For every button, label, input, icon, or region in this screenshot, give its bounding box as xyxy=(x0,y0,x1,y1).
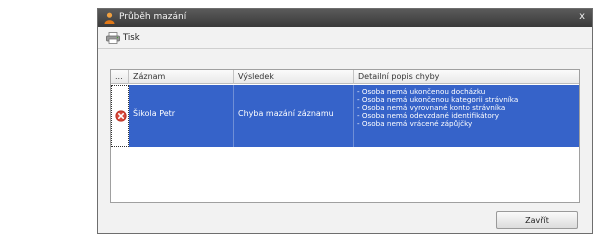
toolbar: Tisk xyxy=(99,28,592,48)
column-header-record[interactable]: Záznam xyxy=(129,70,234,84)
result-cell: Chyba mazání záznamu xyxy=(234,85,354,147)
toolbar-separator xyxy=(98,48,592,49)
grid-header: ... Záznam Výsledek Detailní popis chyby xyxy=(111,70,579,84)
close-button[interactable]: Zavřít xyxy=(496,211,578,229)
detail-cell: - Osoba nemá ukončenou docházku - Osoba … xyxy=(354,85,579,147)
delete-progress-dialog: Průběh mazání x Tisk ... Záznam Výsledek… xyxy=(97,8,593,234)
error-icon xyxy=(115,110,127,122)
table-row[interactable]: Šikola Petr Chyba mazání záznamu - Osoba… xyxy=(111,85,579,147)
close-icon[interactable]: x xyxy=(579,11,585,22)
dialog-titlebar[interactable]: Průběh mazání x xyxy=(98,9,592,27)
record-name: Šikola Petr xyxy=(133,109,176,118)
record-cell: Šikola Petr xyxy=(129,85,234,147)
row-select-cell[interactable] xyxy=(111,85,129,147)
dialog-title: Průběh mazání xyxy=(119,12,187,22)
results-grid[interactable]: ... Záznam Výsledek Detailní popis chyby… xyxy=(110,69,580,203)
column-header-result[interactable]: Výsledek xyxy=(234,70,354,84)
print-button[interactable]: Tisk xyxy=(102,30,144,46)
error-detail-item: - Osoba nemá vrácené zápůjčky xyxy=(357,119,473,129)
app-user-icon xyxy=(104,12,115,24)
column-header-select[interactable]: ... xyxy=(111,70,129,84)
error-detail-list: - Osoba nemá ukončenou docházku - Osoba … xyxy=(357,87,518,129)
print-label: Tisk xyxy=(123,33,140,43)
column-header-detail[interactable]: Detailní popis chyby xyxy=(354,70,579,84)
printer-icon xyxy=(106,32,120,44)
result-text: Chyba mazání záznamu xyxy=(238,109,334,118)
